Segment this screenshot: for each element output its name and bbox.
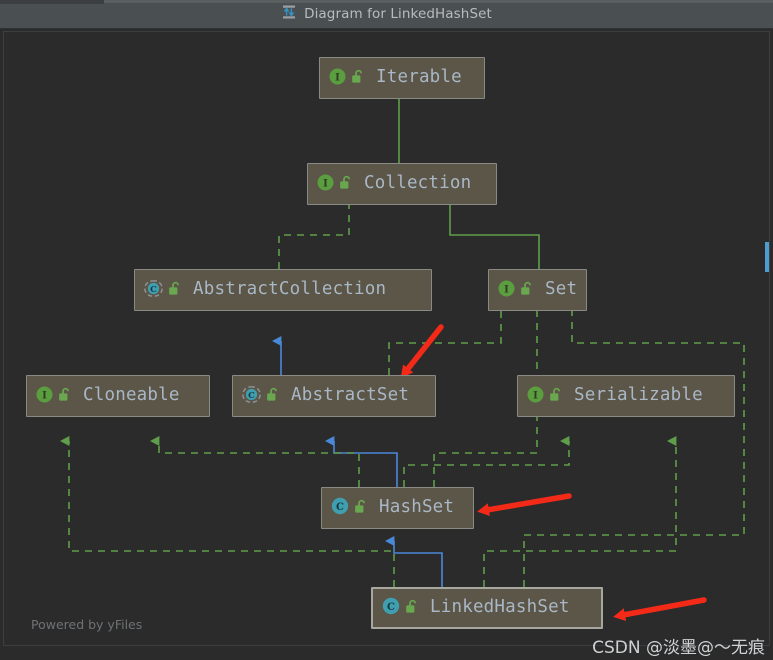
edge-hashset-to-abstractset[interactable] [324,435,398,487]
node-label: Iterable [376,67,462,88]
unlocked-padlock-icon [339,175,353,194]
svg-text:I: I [504,284,509,295]
node-label: HashSet [379,497,455,518]
yfiles-watermark: Powered by yFiles [31,617,143,632]
node-label: Cloneable [83,385,180,406]
svg-text:I: I [323,178,328,189]
node-cloneable[interactable]: I Cloneable [26,375,210,417]
diagram-canvas[interactable]: I Iterable I Collection C AbstractCollec… [3,31,770,646]
window-title-bar: Diagram for LinkedHashSet [0,0,773,29]
edge-linkedhashset-to-serializable[interactable] [483,435,677,587]
edge-hashset-to-cloneable[interactable] [149,435,360,487]
node-abstractset[interactable]: C AbstractSet [232,375,436,417]
node-label: LinkedHashSet [430,597,570,618]
unlocked-padlock-icon [168,281,182,300]
unlocked-padlock-icon [549,387,563,406]
interface-icon: I [317,174,334,195]
node-linkedhashset[interactable]: C LinkedHashSet [371,587,603,629]
unlocked-padlock-icon [354,499,368,518]
unlocked-padlock-icon [405,599,419,618]
edge-hashset-to-serializable[interactable] [403,435,570,487]
red-arrow-annotation-hashset [477,493,572,517]
csdn-watermark: CSDN @淡墨@～无痕 [592,638,765,658]
node-collection[interactable]: I Collection [307,163,497,205]
node-iterable[interactable]: I Iterable [319,57,485,99]
node-label: Serializable [574,385,703,406]
svg-text:I: I [335,72,340,83]
svg-text:C: C [387,602,395,613]
titlebar-notch-left [0,0,104,4]
window-title: Diagram for LinkedHashSet [304,6,492,22]
class-icon: C [382,597,400,619]
class-icon: C [331,497,349,519]
unlocked-padlock-icon [520,281,534,300]
node-hashset[interactable]: C HashSet [321,487,474,529]
unlocked-padlock-icon [266,387,280,406]
svg-text:I: I [42,390,47,401]
node-label: Set [545,279,578,300]
abstract-class-icon: C [242,385,261,407]
edge-linkedhashset-to-hashset[interactable] [384,535,443,587]
unlocked-padlock-icon [351,69,365,88]
diagram-edges-layer [59,73,745,622]
svg-text:I: I [533,390,538,401]
interface-icon: I [329,68,346,89]
interface-icon: I [527,386,544,407]
svg-text:C: C [336,502,344,513]
interface-icon: I [36,386,53,407]
abstract-class-icon: C [144,279,163,301]
svg-text:C: C [248,390,255,400]
interface-icon: I [498,280,515,301]
red-arrow-annotation-abstractset [400,324,444,378]
edge-linkedhashset-to-set[interactable] [523,285,745,587]
unlocked-padlock-icon [58,387,72,406]
node-serializable[interactable]: I Serializable [517,375,735,417]
titlebar-highlight-strip [104,0,773,3]
node-label: Collection [364,173,472,194]
node-label: AbstractCollection [193,279,387,300]
diagram-hierarchy-icon [281,4,297,24]
node-set[interactable]: I Set [488,269,587,311]
node-label: AbstractSet [291,385,410,406]
svg-text:C: C [150,284,157,294]
node-abstractcollection[interactable]: C AbstractCollection [134,269,432,311]
red-arrow-annotation-linkedhashset [613,597,707,622]
